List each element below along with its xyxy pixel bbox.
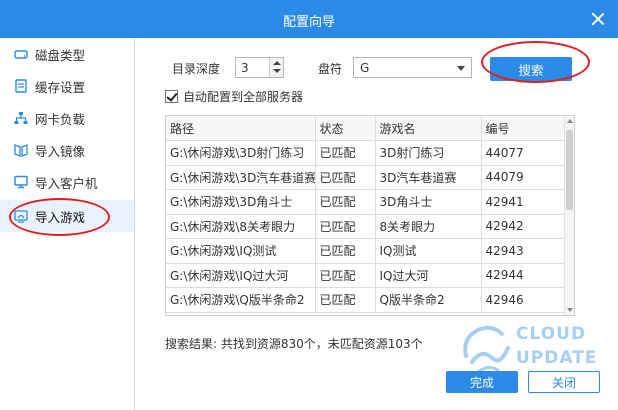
cell-id: 42943 [481, 238, 567, 264]
cell-path: G:\休闲游戏\IQ过大河 [166, 263, 316, 288]
search-result-text: 搜索结果: 共找到资源830个，未匹配资源103个 [165, 337, 423, 351]
cell-id: 42942 [481, 214, 567, 239]
cell-status: 已匹配 [315, 140, 376, 166]
column-header-path[interactable]: 路径 [166, 116, 316, 141]
depth-value: 3 [241, 61, 249, 75]
cell-id: 42944 [481, 263, 567, 288]
cell-status: 已匹配 [315, 214, 376, 239]
cell-game-name: IQ过大河 [375, 263, 482, 288]
table-row[interactable]: G:\休闲游戏\3D射门练习 已匹配 3D射门练习 44077 [166, 140, 567, 166]
cache-icon [14, 79, 28, 93]
search-button[interactable]: 搜索 [490, 57, 572, 81]
sidebar-item-label: 磁盘类型 [35, 47, 86, 63]
depth-stepper[interactable]: 3 [235, 57, 284, 78]
watermark-line2: UPDATE [516, 348, 598, 368]
table-row[interactable]: G:\休闲游戏\IQ过大河 已匹配 IQ过大河 42944 [166, 263, 567, 288]
cell-id: 44077 [481, 140, 567, 166]
sidebar-item-label: 导入游戏 [35, 209, 86, 225]
game-icon [14, 209, 28, 223]
network-icon [14, 111, 28, 125]
cell-path: G:\休闲游戏\3D角斗士 [166, 189, 316, 215]
table-scrollbar[interactable] [564, 116, 574, 315]
cell-path: G:\休闲游戏\Q版半条命2 [166, 287, 316, 313]
cell-game-name: 3D汽车巷道赛 [375, 165, 482, 190]
sidebar-item-import-client[interactable]: 导入客户机 [0, 166, 134, 198]
disk-icon [14, 47, 28, 61]
sidebar-item-nic-load[interactable]: 网卡负载 [0, 102, 134, 134]
cell-status: 已匹配 [315, 238, 376, 264]
table-row[interactable]: G:\休闲游戏\3D汽车巷道赛 已匹配 3D汽车巷道赛 44079 [166, 165, 567, 190]
close-button[interactable]: 关闭 [528, 371, 600, 393]
drive-select[interactable]: G [353, 57, 472, 78]
scroll-up-icon[interactable] [567, 119, 573, 123]
cell-status: 已匹配 [315, 287, 376, 313]
auto-config-label: 自动配置到全部服务器 [183, 89, 304, 104]
cell-path: G:\休闲游戏\IQ测试 [166, 238, 316, 264]
depth-label: 目录深度 [172, 62, 221, 76]
stepper-arrows[interactable] [269, 58, 283, 77]
monitor-icon [14, 175, 28, 189]
done-button[interactable]: 完成 [446, 371, 518, 393]
cell-id: 42941 [481, 189, 567, 215]
sidebar-item-label: 缓存设置 [35, 79, 86, 95]
main-content: 目录深度 3 盘符 G 搜索 自动配置到全部服务器 路径 状态 游戏名 编号 G… [135, 38, 618, 410]
cell-game-name: IQ测试 [375, 238, 482, 264]
drive-label: 盘符 [318, 62, 343, 76]
cell-status: 已匹配 [315, 189, 376, 215]
drive-value: G [360, 61, 370, 75]
cloud-update-watermark: CLOUD UPDATE [458, 318, 598, 378]
column-header-id[interactable]: 编号 [481, 116, 567, 141]
title-bar: 配置向导 [0, 0, 618, 38]
cloud-update-logo-icon [463, 325, 510, 374]
cell-status: 已匹配 [315, 263, 376, 288]
auto-config-checkbox[interactable] [165, 89, 178, 103]
scrollbar-thumb[interactable] [566, 130, 573, 210]
auto-config-row[interactable]: 自动配置到全部服务器 [165, 88, 303, 104]
sidebar-item-label: 导入客户机 [35, 175, 98, 191]
sidebar-item-import-game[interactable]: 导入游戏 [0, 200, 134, 232]
table-row[interactable]: G:\休闲游戏\Q版半条命2 已匹配 Q版半条命2 42946 [166, 287, 567, 313]
cell-game-name: 8关考眼力 [375, 214, 482, 239]
sidebar-item-cache-settings[interactable]: 缓存设置 [0, 70, 134, 102]
cell-path: G:\休闲游戏\3D汽车巷道赛 [166, 165, 316, 190]
table-header-row: 路径 状态 游戏名 编号 [166, 116, 567, 141]
cell-path: G:\休闲游戏\3D射门练习 [166, 140, 316, 166]
cell-game-name: Q版半条命2 [375, 287, 482, 313]
search-options-row: 目录深度 3 盘符 G 搜索 [135, 57, 618, 81]
cell-game-name: 3D射门练习 [375, 140, 482, 166]
cell-id: 42946 [481, 287, 567, 313]
table-row[interactable]: G:\休闲游戏\8关考眼力 已匹配 8关考眼力 42942 [166, 214, 567, 239]
cell-id: 44079 [481, 165, 567, 190]
cell-status: 已匹配 [315, 165, 376, 190]
scroll-down-icon[interactable] [567, 308, 573, 312]
cell-game-name: 3D角斗士 [375, 189, 482, 215]
chevron-up-icon[interactable] [273, 61, 281, 65]
sidebar-item-import-mirror[interactable]: 导入镜像 [0, 134, 134, 166]
window-title: 配置向导 [282, 15, 335, 30]
chevron-down-icon [457, 66, 465, 71]
table-row[interactable]: G:\休闲游戏\IQ测试 已匹配 IQ测试 42943 [166, 238, 567, 264]
watermark-line1: CLOUD [516, 324, 587, 344]
sidebar-item-label: 导入镜像 [35, 143, 86, 159]
close-icon[interactable] [588, 9, 608, 29]
chevron-down-icon[interactable] [273, 69, 281, 73]
table-row[interactable]: G:\休闲游戏\3D角斗士 已匹配 3D角斗士 42941 [166, 189, 567, 215]
sidebar-item-disk-type[interactable]: 磁盘类型 [0, 38, 134, 70]
column-header-game-name[interactable]: 游戏名 [375, 116, 482, 141]
mirror-icon [14, 143, 28, 157]
sidebar: 磁盘类型 缓存设置 网卡负载 导入镜像 导入客户机 导入游戏 [0, 38, 135, 410]
cell-path: G:\休闲游戏\8关考眼力 [166, 214, 316, 239]
sidebar-item-label: 网卡负载 [35, 111, 86, 127]
games-table: 路径 状态 游戏名 编号 G:\休闲游戏\3D射门练习 已匹配 3D射门练习 4… [165, 115, 575, 316]
column-header-status[interactable]: 状态 [315, 116, 376, 141]
